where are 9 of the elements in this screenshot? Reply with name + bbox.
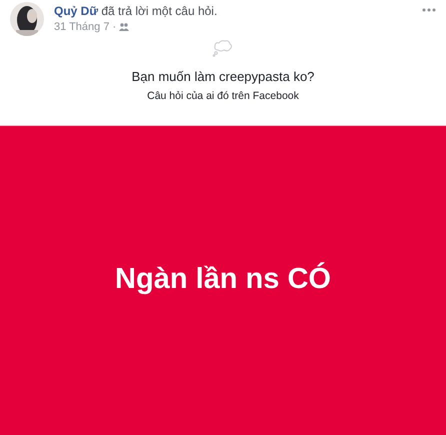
- answer-text: Ngàn lần ns CÓ: [115, 263, 331, 297]
- more-options-icon[interactable]: [422, 8, 436, 12]
- question-source: Câu hỏi của ai đó trên Facebook: [147, 90, 299, 102]
- post-action: đã trả lời một câu hỏi.: [101, 4, 218, 18]
- thought-bubble-icon: [212, 39, 234, 57]
- post-date: 31 Tháng 7 ·: [54, 21, 116, 33]
- question-text: Bạn muốn làm creepypasta ko?: [132, 69, 314, 84]
- author-link[interactable]: Quỷ Dữ: [54, 4, 98, 18]
- friends-icon: [119, 23, 130, 31]
